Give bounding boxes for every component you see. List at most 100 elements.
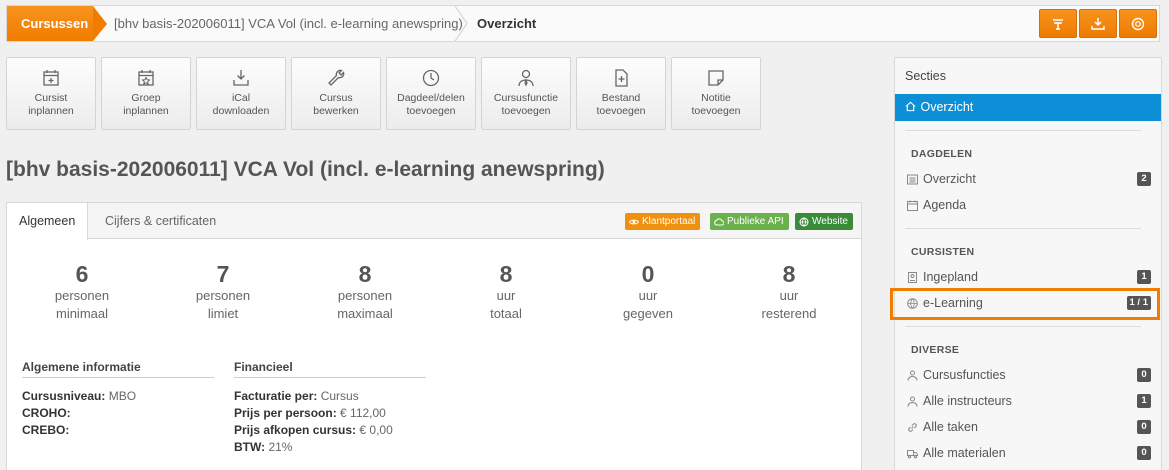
breadcrumb-arrow: [93, 6, 107, 41]
sidebar-item-ingepland[interactable]: Ingepland 1: [905, 267, 1151, 287]
breadcrumb-cursussen[interactable]: Cursussen: [7, 6, 93, 41]
stat-label: personen: [54, 288, 110, 303]
stat-sublabel: minimaal: [55, 306, 108, 321]
finance-heading: Financieel: [234, 360, 426, 378]
info-value: € 112,00: [336, 406, 386, 420]
info-key: Facturatie per:: [234, 389, 318, 403]
sidebar-item-agenda[interactable]: Agenda: [905, 195, 1151, 215]
eye-icon: [629, 219, 639, 224]
klantportaal-link[interactable]: Klantportaal: [625, 213, 701, 230]
bestand-toevoegen-button[interactable]: Bestand toevoegen: [576, 57, 666, 130]
sidebar-item-alle-taken[interactable]: Alle taken 0: [905, 417, 1151, 437]
sidebar-item-cursusfuncties[interactable]: Cursusfuncties 0: [905, 365, 1151, 385]
count-badge: 1: [1137, 394, 1151, 408]
link-icon: [908, 423, 917, 432]
download-icon: [1091, 17, 1105, 30]
sidebar-item-label: Agenda: [923, 198, 967, 212]
stat-number: 8: [358, 261, 372, 287]
finance-row: Prijs per persoon: € 112,00: [234, 406, 386, 420]
finance-row: Prijs afkopen cursus: € 0,00: [234, 423, 393, 437]
group-diverse: DIVERSE: [911, 344, 960, 356]
stat-number: 8: [499, 261, 513, 287]
finance-row: BTW: 21%: [234, 440, 292, 454]
stat-number: 8: [782, 261, 796, 287]
sidebar-item-label: Overzicht: [920, 100, 974, 114]
breadcrumb-current: Overzicht: [477, 16, 537, 31]
tab-cijfers-certificaten[interactable]: Cijfers & certificaten: [93, 203, 228, 239]
action-label: Cursus bewerken: [313, 92, 359, 117]
general-info-row: CROHO:: [22, 406, 71, 420]
truck-icon: [907, 450, 918, 459]
sidebar-item-alle-instructeurs[interactable]: Alle instructeurs 1: [905, 391, 1151, 411]
stat-uur-resterend: 8 uur resterend: [734, 261, 844, 323]
file-plus-icon: [615, 69, 628, 87]
action-label: Cursist inplannen: [28, 92, 74, 117]
klantportaal-label: Klantportaal: [642, 216, 696, 227]
action-label: Notitie toevoegen: [691, 92, 741, 117]
dagdeel-toevoegen-button[interactable]: Dagdeel/delen toevoegen: [386, 57, 476, 130]
download-button[interactable]: [1079, 9, 1117, 38]
stat-number: 7: [216, 261, 230, 287]
sections-sidebar: Secties Overzicht DAGDELEN Overzicht 2 A…: [894, 57, 1162, 470]
tab-algemeen[interactable]: Algemeen: [7, 203, 89, 240]
cursist-inplannen-button[interactable]: Cursist inplannen: [6, 57, 96, 130]
count-badge: 2: [1137, 172, 1151, 186]
info-key: CROHO:: [22, 406, 71, 420]
stat-sublabel: resterend: [761, 306, 817, 321]
stat-personen-limiet: 7 personen limiet: [168, 261, 278, 323]
filter-button[interactable]: [1039, 9, 1077, 38]
stat-label: uur: [638, 288, 658, 303]
stat-label: uur: [496, 288, 516, 303]
count-badge: 1: [1137, 270, 1151, 284]
list-icon: [907, 174, 918, 185]
publieke-api-link[interactable]: Publieke API: [710, 213, 789, 230]
website-label: Website: [812, 216, 848, 227]
cursusfunctie-toevoegen-button[interactable]: Cursusfunctie toevoegen: [481, 57, 571, 130]
ical-downloaden-button[interactable]: iCal downloaden: [196, 57, 286, 130]
user-icon: [907, 396, 918, 407]
notitie-toevoegen-button[interactable]: Notitie toevoegen: [671, 57, 761, 130]
home-icon: [905, 94, 917, 121]
stat-sublabel: maximaal: [337, 306, 393, 321]
globe-icon: [799, 217, 809, 226]
stat-uur-gegeven: 0 uur gegeven: [593, 261, 703, 323]
action-label: iCal downloaden: [212, 92, 270, 117]
sidebar-item-overzicht[interactable]: Overzicht: [895, 94, 1161, 121]
divider: [905, 326, 1141, 327]
info-value: 21%: [265, 440, 293, 454]
sidebar-title: Secties: [905, 69, 946, 83]
count-badge: 0: [1137, 446, 1151, 460]
clock-icon: [422, 69, 440, 87]
sidebar-item-label: Overzicht: [923, 172, 976, 186]
wrench-icon: [328, 69, 345, 86]
stat-label: uur: [779, 288, 799, 303]
stat-uur-totaal: 8 uur totaal: [451, 261, 561, 323]
note-icon: [708, 70, 724, 86]
breadcrumb: Cursussen [bhv basis-202006011] VCA Vol …: [6, 5, 1160, 42]
general-info-heading: Algemene informatie: [22, 360, 214, 378]
stat-label: personen: [337, 288, 393, 303]
info-value: Cursus: [317, 389, 359, 403]
info-key: Prijs afkopen cursus:: [234, 423, 357, 437]
stat-label: personen: [195, 288, 251, 303]
breadcrumb-course[interactable]: [bhv basis-202006011] VCA Vol (incl. e-l…: [114, 6, 463, 41]
stat-personen-maximaal: 8 personen maximaal: [310, 261, 420, 323]
sidebar-item-dagdelen-overzicht[interactable]: Overzicht 2: [905, 169, 1151, 189]
sidebar-item-label: Alle instructeurs: [923, 394, 1012, 408]
help-icon: [1131, 17, 1145, 30]
chevron-right-icon: [454, 6, 468, 41]
divider: [905, 130, 1141, 131]
stat-sublabel: limiet: [207, 306, 239, 321]
help-button[interactable]: [1119, 9, 1157, 38]
sidebar-item-label: Alle materialen: [923, 446, 1006, 460]
cursus-bewerken-button[interactable]: Cursus bewerken: [291, 57, 381, 130]
stat-personen-minimaal: 6 personen minimaal: [27, 261, 137, 323]
general-info-row: CREBO:: [22, 423, 69, 437]
groep-inplannen-button[interactable]: Groep inplannen: [101, 57, 191, 130]
sidebar-item-label: Alle taken: [923, 420, 978, 434]
sidebar-item-label: Cursusfuncties: [923, 368, 1006, 382]
stat-sublabel: gegeven: [623, 306, 673, 321]
sidebar-item-alle-materialen[interactable]: Alle materialen 0: [905, 443, 1151, 463]
action-label: Dagdeel/delen toevoegen: [397, 92, 465, 117]
website-link[interactable]: Website: [795, 213, 853, 230]
